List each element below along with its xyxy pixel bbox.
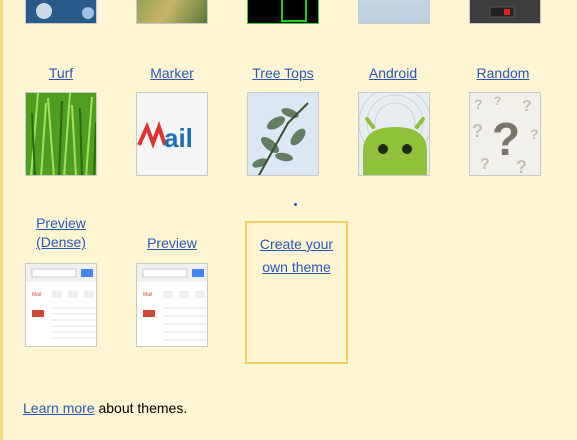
theme-label-marker[interactable]: Marker: [117, 64, 227, 83]
theme-thumb-tree-tops[interactable]: [247, 92, 319, 176]
svg-text:?: ?: [474, 96, 483, 112]
create-theme-box[interactable]: Create your own theme: [245, 221, 348, 364]
question-mark-icon: ? ? ? ? ? ? ? ?: [470, 93, 540, 175]
svg-text:?: ?: [530, 126, 539, 142]
theme-thumb-top-3[interactable]: [247, 0, 319, 24]
search-icon: [81, 269, 93, 277]
theme-label-random[interactable]: Random: [448, 64, 558, 83]
theme-thumb-top-1[interactable]: [25, 0, 97, 24]
focus-dot: [294, 203, 297, 206]
theme-thumb-preview[interactable]: Mail: [136, 263, 208, 347]
theme-thumb-preview-dense[interactable]: Mail: [25, 263, 97, 347]
theme-thumb-top-4[interactable]: [358, 0, 430, 24]
preview-dense-line2[interactable]: (Dense): [36, 234, 86, 250]
marker-text: ail: [164, 123, 193, 153]
preview-label[interactable]: Preview: [117, 234, 227, 253]
preview-mail-label: Mail: [143, 292, 152, 298]
create-theme-line2[interactable]: own theme: [262, 259, 330, 275]
theme-thumb-top-2[interactable]: [136, 0, 208, 24]
preview-dense-label[interactable]: Preview (Dense): [6, 214, 116, 252]
theme-thumb-turf[interactable]: [25, 92, 97, 176]
theme-label-tree-tops[interactable]: Tree Tops: [228, 64, 338, 83]
create-theme-line1[interactable]: Create your: [260, 236, 333, 252]
theme-thumb-marker[interactable]: ail: [136, 92, 208, 176]
left-border: [0, 0, 3, 440]
svg-text:?: ?: [494, 94, 501, 108]
theme-label-android[interactable]: Android: [338, 64, 448, 83]
svg-text:?: ?: [522, 98, 532, 115]
android-robot-icon: [359, 93, 429, 175]
theme-thumb-random[interactable]: ? ? ? ? ? ? ? ?: [469, 92, 541, 176]
learn-more-link[interactable]: Learn more: [23, 400, 95, 416]
svg-text:?: ?: [480, 156, 490, 173]
theme-thumb-android[interactable]: [358, 92, 430, 176]
learn-more-text: about themes.: [94, 400, 188, 416]
preview-mail-label: Mail: [32, 292, 41, 298]
create-theme-link[interactable]: Create your own theme: [247, 233, 346, 279]
learn-more-line: Learn more about themes.: [23, 400, 187, 416]
theme-label-turf[interactable]: Turf: [6, 64, 116, 83]
svg-text:?: ?: [472, 121, 483, 141]
svg-text:?: ?: [492, 113, 520, 165]
preview-dense-line1[interactable]: Preview: [36, 215, 86, 231]
theme-thumb-top-5[interactable]: [469, 0, 541, 24]
